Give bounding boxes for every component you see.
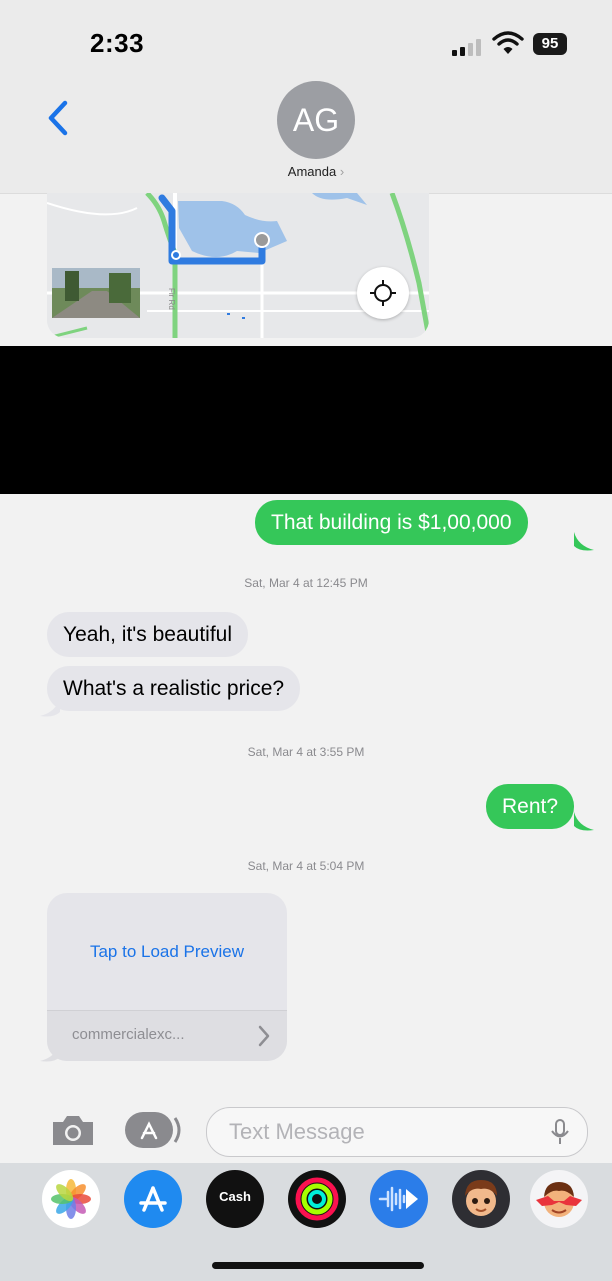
message-input-placeholder: Text Message [229,1119,365,1144]
timestamp: Sat, Mar 4 at 12:45 PM [244,576,368,590]
location-crosshair-icon [370,280,396,306]
timestamp: Sat, Mar 4 at 5:04 PM [247,859,365,873]
message-bubble-received[interactable]: Yeah, it's beautiful [47,612,249,658]
app-store-icon[interactable] [124,1170,182,1228]
memoji-stickers-icon[interactable] [530,1170,588,1228]
audio-message-icon[interactable] [370,1170,428,1228]
message-text: That building is $1,00,000 [271,511,512,534]
bubble-tail [574,812,594,831]
back-chevron-icon[interactable] [46,100,70,136]
battery-level: 95 [533,33,567,55]
bubble-tail [574,532,594,551]
contact-avatar[interactable]: AG [277,81,355,159]
activity-icon[interactable] [288,1170,346,1228]
timestamp: Sat, Mar 4 at 3:55 PM [247,745,365,759]
app-store-apps-button[interactable] [125,1112,183,1148]
bubble-tail [40,1043,60,1062]
cash-label: Cash [219,1189,251,1204]
message-text: Yeah, it's beautiful [63,623,233,646]
memoji-icon[interactable] [452,1170,510,1228]
contact-name-button[interactable]: Amanda › [270,164,362,179]
status-time: 2:33 [90,28,145,58]
message-bubble-sent[interactable]: Rent? [486,784,575,830]
link-preview-footer[interactable]: commercialexc... [47,1010,287,1061]
bubble-tail [40,698,60,717]
cellular-signal-icon [452,38,488,56]
link-preview-card[interactable]: Tap to Load Preview commercialexc... [47,893,287,1061]
microphone-icon[interactable] [550,1118,570,1146]
apple-cash-icon[interactable]: Cash [206,1170,264,1228]
road-label: Fir Rd [167,288,176,310]
chevron-right-icon [258,1025,270,1047]
recenter-location-button[interactable] [357,267,409,319]
chevron-right-icon: › [339,164,345,179]
photos-icon[interactable] [42,1170,100,1228]
link-domain: commercialexc... [72,1026,185,1043]
message-bubble-sent[interactable]: That building is $1,00,000 [255,500,528,546]
message-bubble-received[interactable]: What's a realistic price? [47,666,301,712]
home-indicator[interactable] [212,1262,424,1269]
wifi-icon [492,31,524,54]
contact-name: Amanda [287,164,337,179]
redacted-block [0,346,612,494]
message-text: Rent? [502,795,559,818]
message-text: What's a realistic price? [63,677,285,700]
camera-icon[interactable] [49,1112,97,1148]
tap-to-load-preview-link[interactable]: Tap to Load Preview [47,942,287,962]
